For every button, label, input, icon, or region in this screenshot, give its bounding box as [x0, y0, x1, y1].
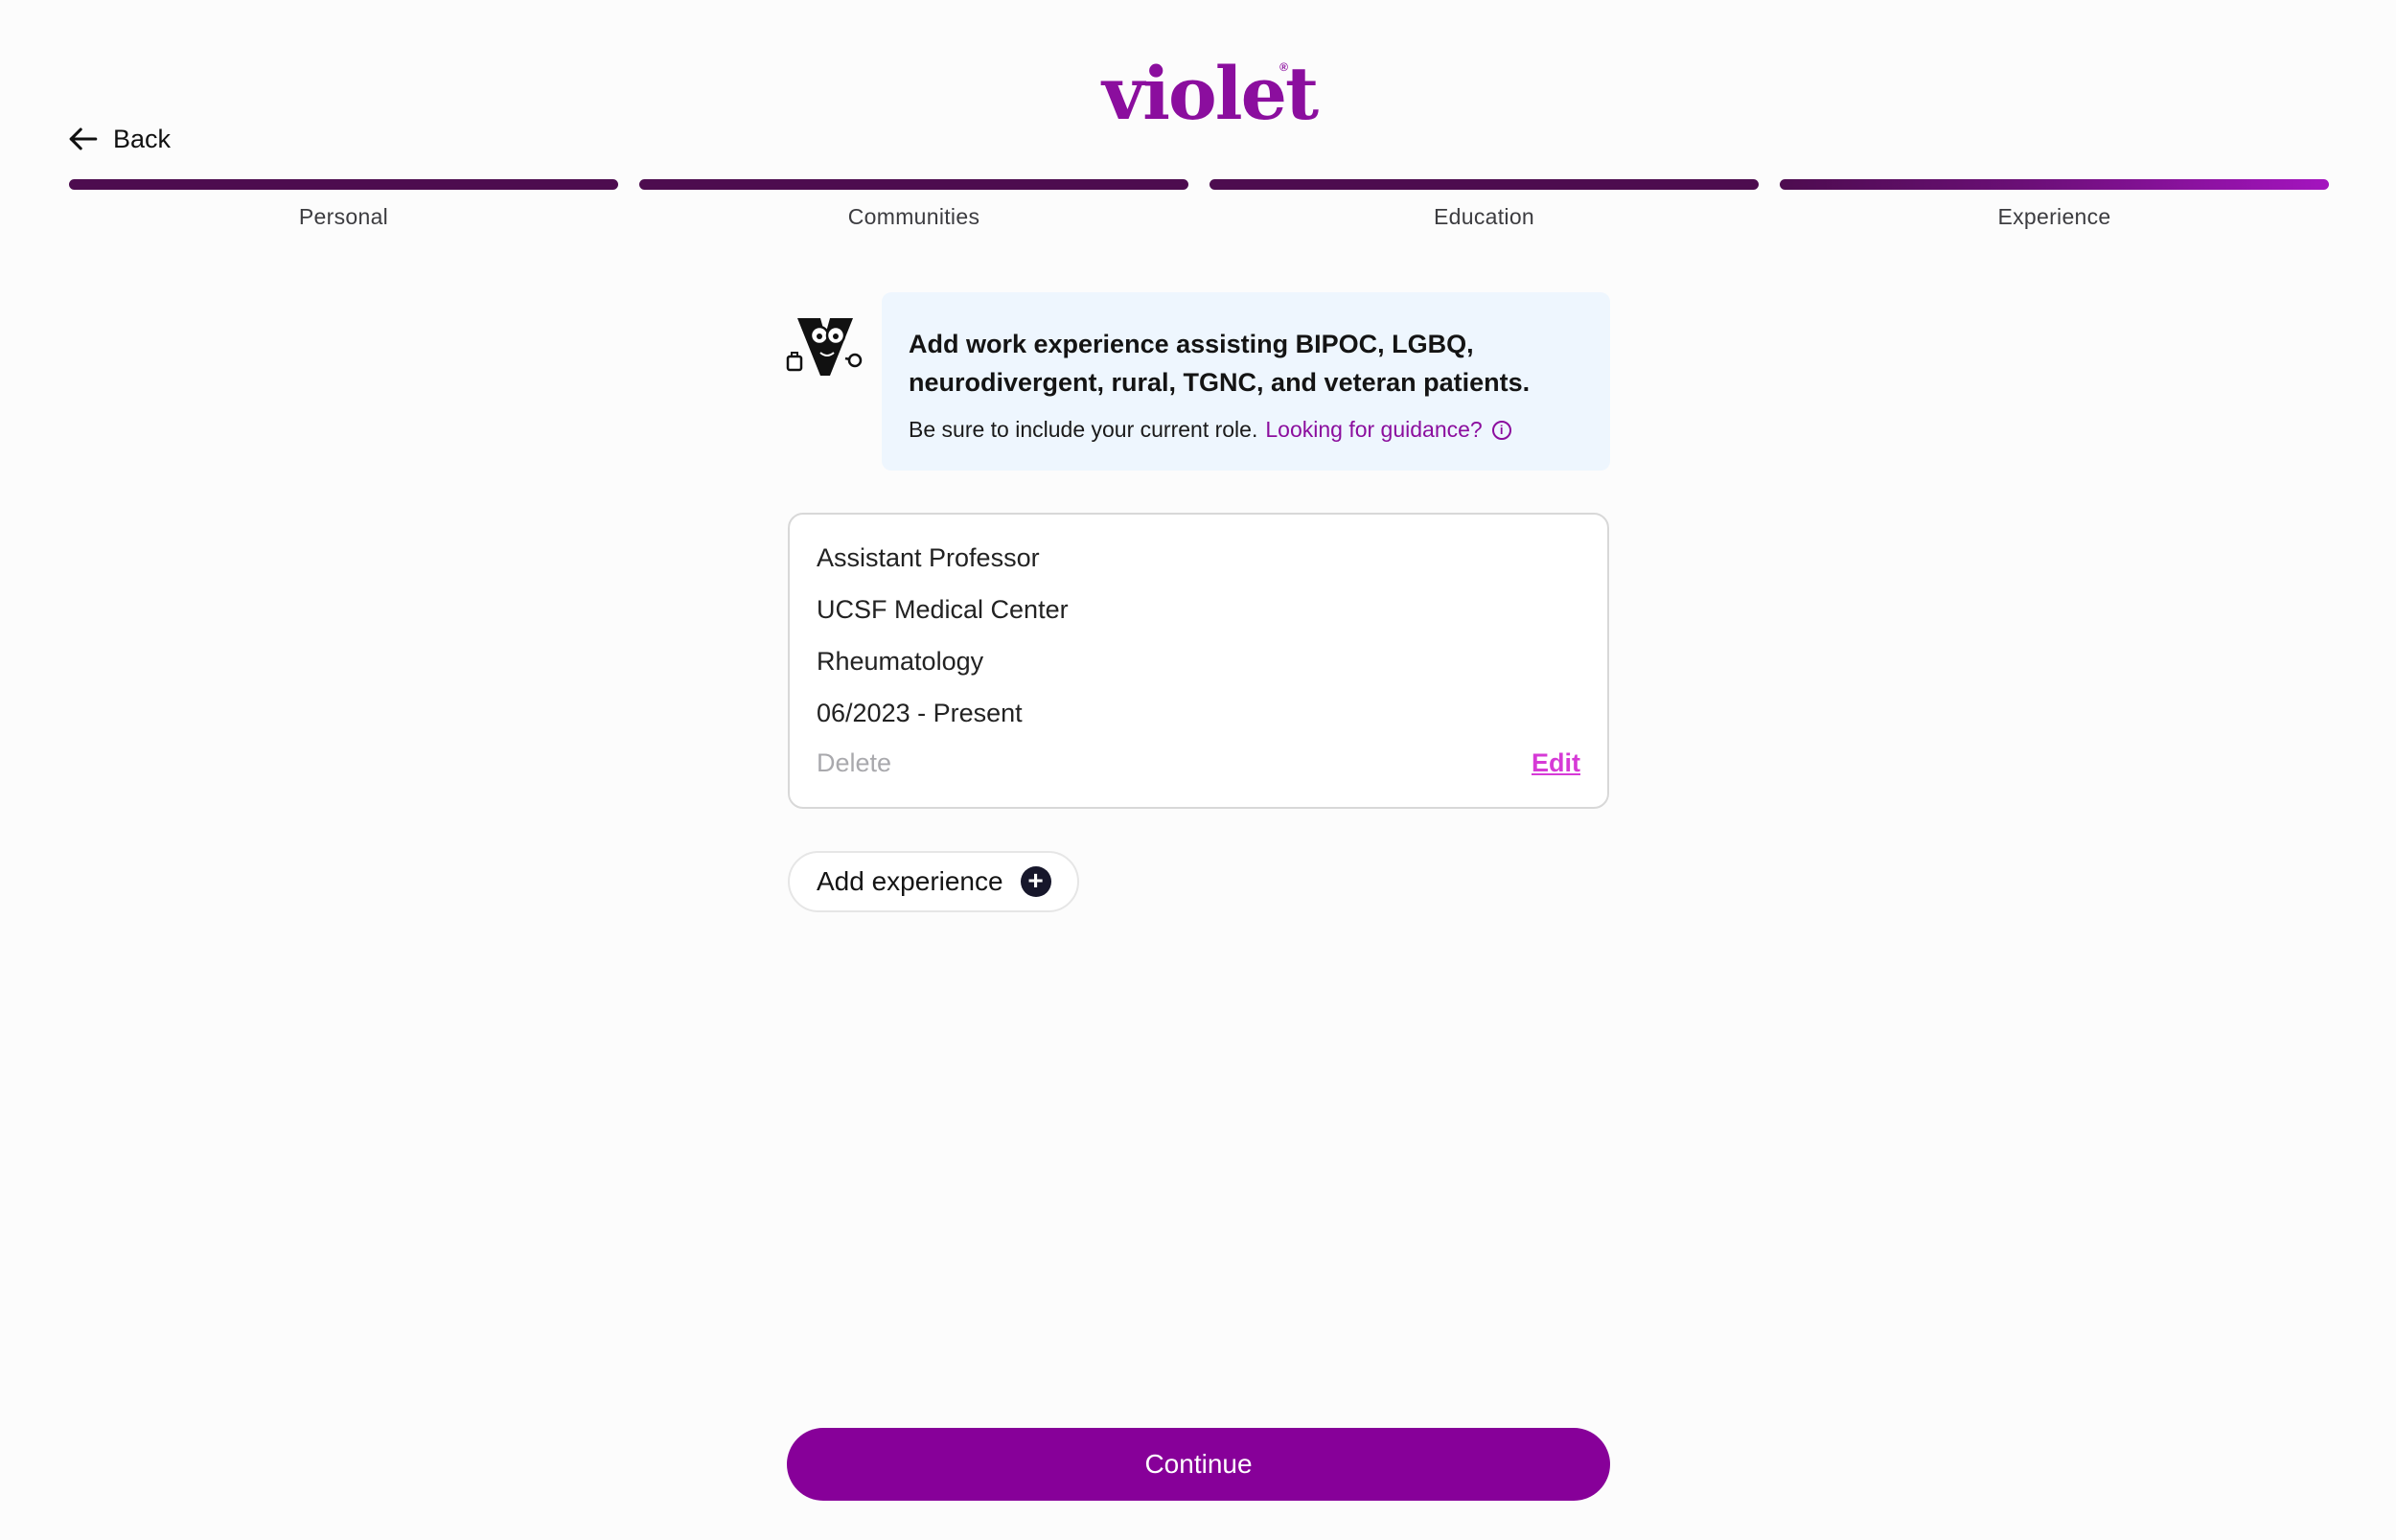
- callout-subtext-row: Be sure to include your current role. Lo…: [909, 417, 1583, 443]
- step-bar: [1210, 179, 1759, 190]
- plus-circle-icon: +: [1020, 866, 1051, 897]
- step-bar: [639, 179, 1188, 190]
- step-communities[interactable]: Communities: [639, 179, 1188, 230]
- experience-actions: Delete Edit: [817, 748, 1580, 781]
- continue-button[interactable]: Continue: [787, 1428, 1610, 1501]
- violet-logo: violet ®: [1102, 56, 1319, 132]
- experience-specialty: Rheumatology: [817, 647, 984, 676]
- back-label: Back: [113, 124, 172, 153]
- registered-mark: ®: [1279, 60, 1288, 74]
- experience-title: Assistant Professor: [817, 543, 1040, 572]
- delete-button[interactable]: Delete: [817, 748, 891, 778]
- step-bar: [69, 179, 618, 190]
- progress-stepper: Personal Communities Education Experienc…: [69, 179, 2329, 237]
- edit-link[interactable]: Edit: [1532, 748, 1580, 778]
- onboarding-page: violet ® Back Personal Communities Educa…: [0, 0, 2396, 1540]
- violet-v-mascot-icon: [786, 318, 863, 376]
- step-personal[interactable]: Personal: [69, 179, 618, 230]
- callout-subtext: Be sure to include your current role.: [909, 417, 1258, 442]
- guidance-link[interactable]: Looking for guidance?: [1265, 417, 1482, 443]
- add-experience-button[interactable]: Add experience +: [788, 851, 1079, 912]
- experience-dates: 06/2023 - Present: [817, 699, 1023, 727]
- info-circle-icon[interactable]: i: [1491, 420, 1511, 440]
- step-label: Communities: [847, 204, 980, 229]
- back-button[interactable]: Back: [67, 120, 171, 158]
- experience-card: Assistant Professor UCSF Medical Center …: [788, 513, 1609, 809]
- step-education[interactable]: Education: [1210, 179, 1759, 230]
- guidance-callout: Add work experience assisting BIPOC, LGB…: [882, 292, 1610, 471]
- step-label: Education: [1434, 204, 1534, 229]
- experience-organization: UCSF Medical Center: [817, 595, 1069, 624]
- step-bar: [1780, 179, 2329, 190]
- callout-headline: Add work experience assisting BIPOC, LGB…: [909, 330, 1531, 397]
- step-label: Experience: [1997, 204, 2111, 229]
- step-label: Personal: [298, 204, 389, 229]
- add-experience-label: Add experience: [817, 866, 1003, 896]
- arrow-left-icon: [69, 127, 98, 150]
- step-experience[interactable]: Experience: [1780, 179, 2329, 230]
